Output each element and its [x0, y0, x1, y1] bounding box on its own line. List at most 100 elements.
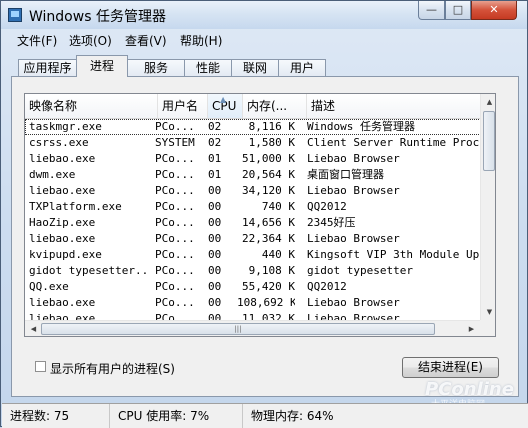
scroll-right-arrow-icon[interactable]: ▶ — [463, 321, 480, 336]
cell-image-name: kvipupd.exe — [29, 248, 102, 261]
column-header-user-name[interactable]: 用户名 — [158, 94, 208, 118]
cell-user-name: PCo... — [155, 232, 195, 245]
cell-image-name: HaoZip.exe — [29, 216, 96, 229]
cell-memory: 1,580 K — [248, 136, 295, 149]
column-header-cpu[interactable]: ▲ CPU — [208, 94, 243, 118]
cell-description: Liebao Browser — [307, 184, 400, 197]
cell-cpu: 00 — [208, 248, 222, 261]
tab-strip: 应用程序 进程 服务 性能 联网 用户 — [1, 55, 528, 77]
process-row[interactable]: TXPlatform.exe PCo... 00 740 K QQ2012 — [25, 199, 481, 215]
task-manager-icon — [8, 8, 22, 22]
cell-description: Liebao Browser — [307, 232, 400, 245]
cell-memory: 51,000 K — [242, 152, 295, 165]
menu-file[interactable]: 文件(F) — [17, 32, 57, 49]
menu-view[interactable]: 查看(V) — [125, 32, 167, 49]
vertical-scroll-thumb[interactable] — [483, 111, 495, 171]
show-all-users-label[interactable]: 显示所有用户的进程(S) — [50, 360, 175, 377]
maximize-button[interactable]: □ — [445, 1, 471, 20]
end-process-button[interactable]: 结束进程(E) — [402, 357, 499, 378]
cell-user-name: PCo... — [155, 248, 195, 261]
cell-memory: 440 K — [261, 248, 295, 261]
process-row[interactable]: taskmgr.exe PCo... 02 8,116 K Windows 任务管理器 — [25, 119, 481, 135]
cell-memory: 55,420 K — [242, 280, 295, 293]
task-manager-window: Windows 任务管理器 — □ ✕ 文件(F) 选项(O) 查看(V) 帮助… — [0, 0, 528, 428]
close-button[interactable]: ✕ — [471, 1, 517, 20]
status-process-count: 进程数: 75 — [2, 404, 110, 428]
process-row[interactable]: gidot typesetter... PCo... 00 9,108 K gidot … — [25, 263, 481, 279]
cell-user-name: PCo... — [155, 184, 195, 197]
cell-image-name: liebao.exe — [29, 296, 96, 309]
scrollbar-corner — [480, 320, 495, 336]
process-list[interactable]: 映像名称 用户名 ▲ CPU 内存(... 描述 taskmgr.exe PCo.… — [24, 93, 496, 337]
process-row[interactable]: kvipupd.exe PCo... 00 440 K Kingsoft VIP 3th… — [25, 247, 481, 263]
cell-cpu: 02 — [208, 136, 222, 149]
cell-description: 2345好压 — [307, 216, 356, 229]
process-row[interactable]: HaoZip.exe PCo... 00 14,656 K 2345好压 — [25, 215, 481, 231]
process-row[interactable]: dwm.exe PCo... 01 20,564 K 桌面窗口管理器 — [25, 167, 481, 183]
vertical-scrollbar[interactable]: ▲ ▼ — [480, 94, 495, 320]
tab-performance[interactable]: 性能 — [184, 59, 232, 76]
title-bar[interactable]: Windows 任务管理器 — □ ✕ — [1, 1, 527, 29]
cell-memory: 740 K — [261, 200, 295, 213]
horizontal-scrollbar[interactable]: ◀ ||| ▶ — [25, 320, 480, 336]
cell-image-name: taskmgr.exe — [29, 120, 102, 133]
process-row[interactable]: liebao.exe PCo... 01 51,000 K Liebao Browser — [25, 151, 481, 167]
cell-memory: 34,120 K — [242, 184, 295, 197]
cell-description: Client Server Runtime Proce — [307, 136, 479, 149]
cell-cpu: 02 — [208, 120, 222, 133]
process-row[interactable]: liebao.exe PCo... 00 34,120 K Liebao Browser — [25, 183, 481, 199]
cell-memory: 22,364 K — [242, 232, 295, 245]
minimize-button[interactable]: — — [418, 1, 445, 20]
cell-cpu: 00 — [208, 280, 222, 293]
cell-memory: 8,116 K — [248, 120, 295, 133]
cell-description: Windows 任务管理器 — [307, 120, 415, 133]
cell-user-name: PCo... — [155, 152, 195, 165]
status-physical-memory: 物理内存: 64% — [251, 409, 334, 423]
tab-users[interactable]: 用户 — [278, 59, 326, 76]
scroll-left-arrow-icon[interactable]: ◀ — [25, 321, 42, 336]
cell-user-name: PCo... — [155, 280, 195, 293]
show-all-users-checkbox[interactable] — [35, 361, 46, 372]
process-row[interactable]: csrss.exe SYSTEM 02 1,580 K Client Server Ru… — [25, 135, 481, 151]
cell-user-name: PCo... — [155, 168, 195, 181]
menu-help[interactable]: 帮助(H) — [180, 32, 222, 49]
cell-image-name: dwm.exe — [29, 168, 76, 181]
list-header: 映像名称 用户名 ▲ CPU 内存(... 描述 — [25, 94, 481, 119]
column-header-image-name[interactable]: 映像名称 — [25, 94, 158, 118]
tab-processes[interactable]: 进程 — [76, 55, 128, 77]
status-bar: 进程数: 75 CPU 使用率: 7% 物理内存: 64% — [2, 403, 528, 428]
cell-image-name: liebao.exe — [29, 232, 96, 245]
horizontal-scroll-thumb[interactable]: ||| — [41, 323, 435, 335]
cell-cpu: 01 — [208, 168, 222, 181]
cell-user-name: SYSTEM — [155, 136, 195, 149]
cell-user-name: PCo... — [155, 296, 195, 309]
cell-cpu: 00 — [208, 264, 222, 277]
process-row[interactable]: liebao.exe PCo... 00 108,692 K Liebao Browse… — [25, 295, 481, 311]
cell-user-name: PCo... — [155, 120, 195, 133]
process-row[interactable]: QQ.exe PCo... 00 55,420 K QQ2012 — [25, 279, 481, 295]
column-header-description[interactable]: 描述 — [307, 94, 481, 118]
cell-user-name: PCo... — [155, 200, 195, 213]
menu-options[interactable]: 选项(O) — [69, 32, 112, 49]
sort-ascending-icon: ▲ — [220, 95, 227, 104]
column-header-memory[interactable]: 内存(... — [243, 94, 307, 118]
tab-applications[interactable]: 应用程序 — [18, 59, 77, 76]
cell-description: gidot typesetter — [307, 264, 413, 277]
scroll-down-arrow-icon[interactable]: ▼ — [481, 304, 495, 320]
cell-description: Liebao Browser — [307, 296, 400, 309]
cell-user-name: PCo... — [155, 264, 195, 277]
cell-cpu: 00 — [208, 296, 222, 309]
cell-image-name: csrss.exe — [29, 136, 89, 149]
cell-memory: 20,564 K — [242, 168, 295, 181]
cell-image-name: liebao.exe — [29, 184, 96, 197]
scroll-up-arrow-icon[interactable]: ▲ — [481, 94, 495, 110]
cell-description: QQ2012 — [307, 280, 347, 293]
process-row[interactable]: liebao.exe PCo... 00 22,364 K Liebao Browser — [25, 231, 481, 247]
window-title: Windows 任务管理器 — [29, 9, 166, 25]
tab-services[interactable]: 服务 — [127, 59, 185, 76]
status-cpu-usage: CPU 使用率: 7% — [110, 404, 243, 428]
cell-cpu: 01 — [208, 152, 222, 165]
tab-networking[interactable]: 联网 — [231, 59, 279, 76]
cell-image-name: gidot typesetter... — [29, 264, 149, 277]
cell-image-name: QQ.exe — [29, 280, 69, 293]
